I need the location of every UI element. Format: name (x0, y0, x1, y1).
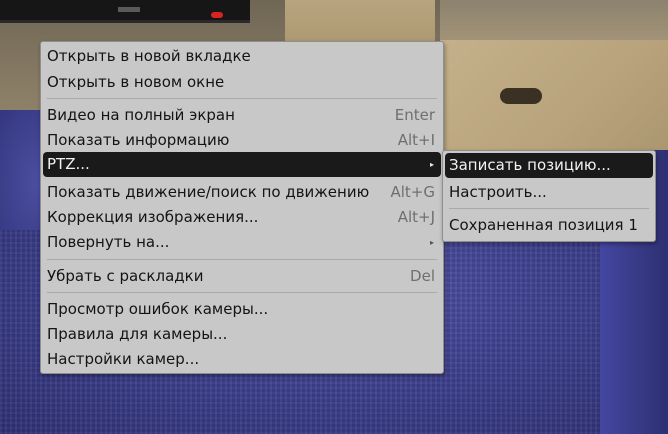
ptz-submenu: Записать позицию... Настроить... Сохране… (442, 150, 656, 242)
monitor-power-led (211, 12, 223, 18)
carton-handle-hole (500, 88, 542, 104)
submenu-item-label: Настроить... (449, 183, 547, 201)
menu-item-camera-settings[interactable]: Настройки камер... (43, 347, 441, 372)
menu-item-rotate[interactable]: Повернуть на... ▸ (43, 230, 441, 255)
submenu-item-configure[interactable]: Настроить... (445, 180, 653, 205)
menu-item-open-new-tab[interactable]: Открыть в новой вкладке (43, 44, 441, 69)
submenu-item-saved-position-1[interactable]: Сохраненная позиция 1 (445, 213, 653, 238)
menu-item-label: Просмотр ошибок камеры... (47, 300, 269, 318)
monitor-logo (118, 7, 140, 12)
menu-item-label: Показать информацию (47, 131, 230, 149)
menu-item-label: Коррекция изображения... (47, 208, 259, 226)
camera-context-menu: Открыть в новой вкладке Открыть в новом … (40, 41, 444, 374)
menu-item-show-motion[interactable]: Показать движение/поиск по движению Alt+… (43, 180, 441, 205)
submenu-arrow-icon: ▸ (429, 160, 434, 169)
menu-item-label: Повернуть на... (47, 233, 170, 251)
menu-item-camera-errors[interactable]: Просмотр ошибок камеры... (43, 297, 441, 322)
submenu-item-label: Сохраненная позиция 1 (449, 216, 638, 234)
background-shelf (440, 0, 668, 45)
submenu-arrow-icon: ▸ (429, 238, 434, 247)
menu-item-open-new-window[interactable]: Открыть в новом окне (43, 70, 441, 95)
menu-item-label: Показать движение/поиск по движению (47, 183, 370, 201)
menu-item-shortcut: Alt+J (397, 208, 435, 226)
menu-item-label: PTZ... (47, 155, 90, 173)
menu-item-label: Настройки камер... (47, 350, 200, 368)
menu-item-shortcut: Enter (394, 106, 435, 124)
menu-item-fullscreen-video[interactable]: Видео на полный экран Enter (43, 103, 441, 128)
menu-item-image-correction[interactable]: Коррекция изображения... Alt+J (43, 205, 441, 230)
menu-item-ptz[interactable]: PTZ... ▸ (43, 152, 441, 177)
menu-separator (47, 98, 437, 99)
menu-item-show-info[interactable]: Показать информацию Alt+I (43, 128, 441, 153)
menu-item-label: Правила для камеры... (47, 325, 228, 343)
submenu-separator (449, 208, 649, 209)
menu-item-label: Открыть в новом окне (47, 73, 225, 91)
menu-item-shortcut: Del (410, 267, 435, 285)
menu-item-shortcut: Alt+G (390, 183, 435, 201)
menu-item-shortcut: Alt+I (397, 131, 435, 149)
menu-separator (47, 292, 437, 293)
menu-item-label: Убрать с раскладки (47, 267, 204, 285)
menu-item-label: Видео на полный экран (47, 106, 235, 124)
menu-separator (47, 259, 437, 260)
background-monitor (0, 0, 250, 23)
menu-item-label: Открыть в новой вкладке (47, 47, 251, 65)
submenu-item-label: Записать позицию... (449, 156, 611, 174)
menu-item-camera-rules[interactable]: Правила для камеры... (43, 322, 441, 347)
submenu-item-save-position[interactable]: Записать позицию... (445, 153, 653, 178)
menu-item-remove-from-layout[interactable]: Убрать с раскладки Del (43, 264, 441, 289)
